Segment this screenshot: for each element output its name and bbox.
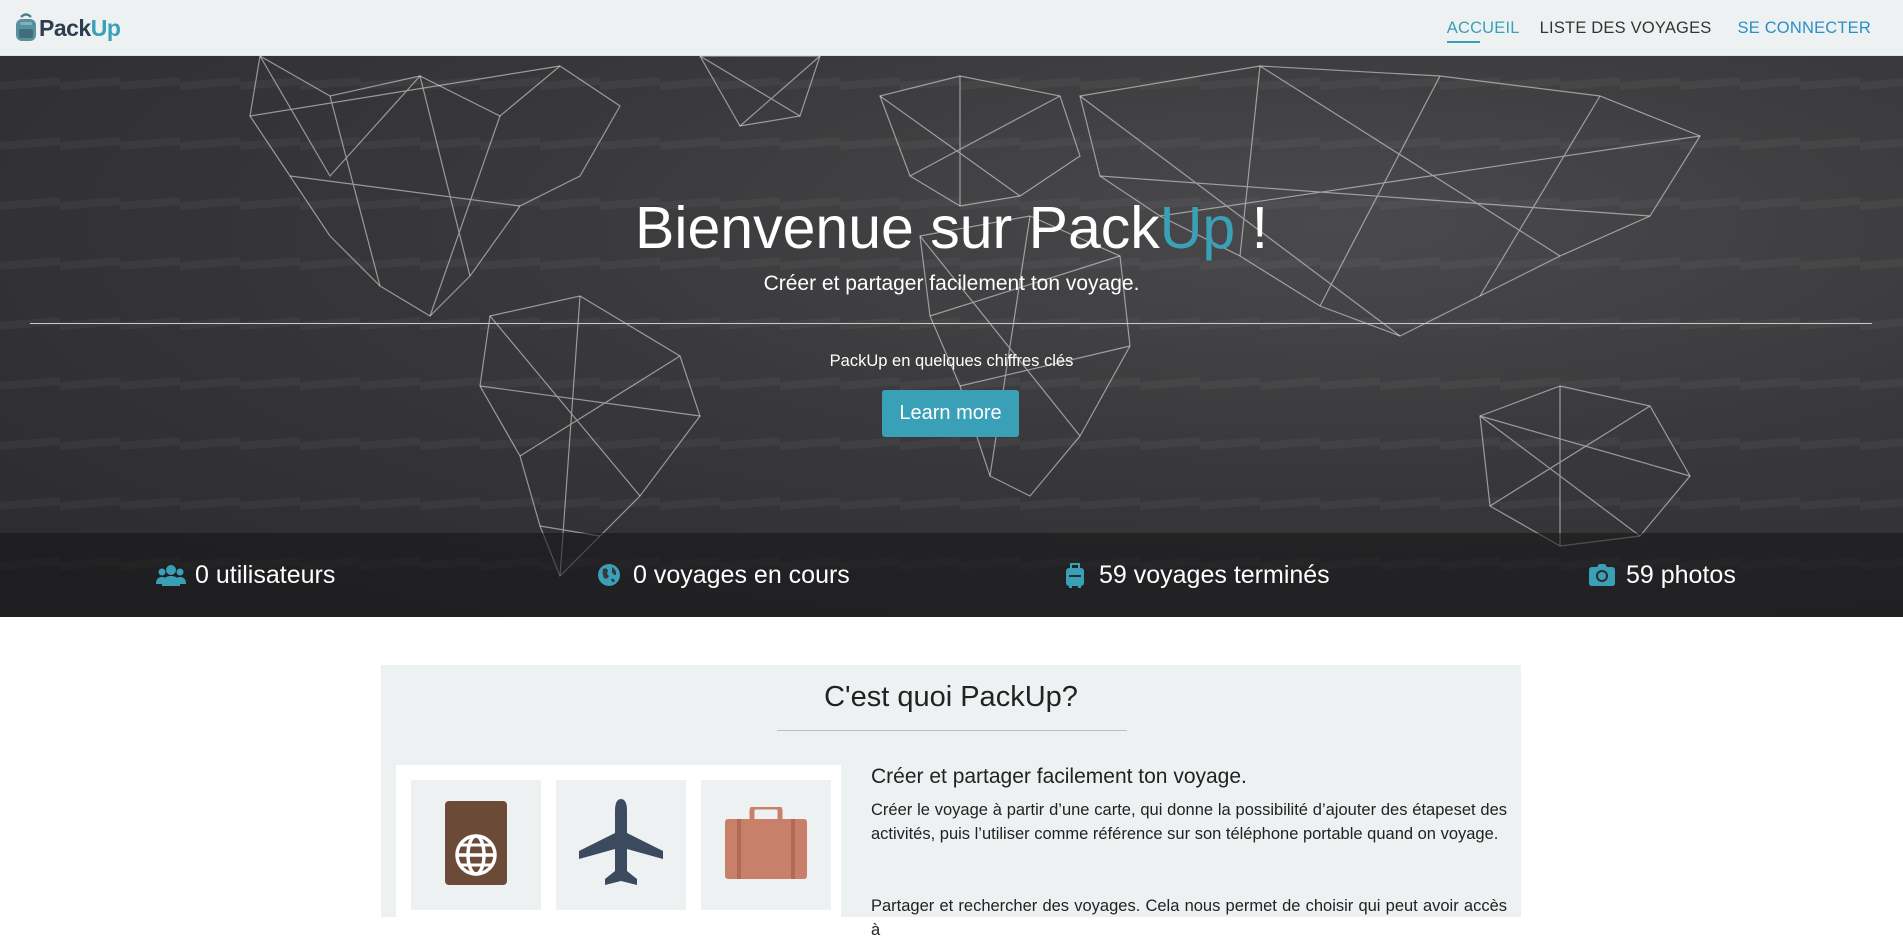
brand-name: PackUp — [39, 14, 121, 41]
suitcase-tile — [701, 780, 831, 910]
stat-photos: 59 photos — [1587, 533, 1736, 617]
about-text: Créer et partager facilement ton voyage.… — [871, 765, 1507, 942]
stats-bar: 0 utilisateurs 0 voyages en cours 59 voy… — [0, 533, 1903, 617]
camera-icon — [1587, 560, 1617, 590]
passport-tile — [411, 780, 541, 910]
hero-title: Bienvenue sur PackUp ! — [635, 195, 1268, 261]
about-title: C'est quoi PackUp? — [824, 681, 1078, 713]
learn-more-button[interactable]: Learn more — [882, 390, 1019, 437]
suitcase-icon — [725, 804, 807, 884]
nav-home-link[interactable]: ACCUEIL — [1446, 19, 1520, 43]
stat-trips-ongoing-label: 0 voyages en cours — [633, 560, 850, 589]
stat-users-label: 0 utilisateurs — [195, 560, 336, 589]
stat-trips-ongoing: 0 voyages en cours — [594, 533, 850, 617]
stat-trips-done: 59 voyages terminés — [1060, 533, 1330, 617]
about-paragraph-share: Partager et rechercher des voyages. Cela… — [871, 897, 1507, 939]
stat-users: 0 utilisateurs — [156, 533, 335, 617]
stat-photos-label: 59 photos — [1626, 560, 1736, 589]
about-icons-panel — [396, 765, 841, 925]
key-figures-label: PackUp en quelques chiffres clés — [829, 352, 1074, 370]
airplane-icon — [579, 798, 663, 892]
hero-banner: Bienvenue sur PackUp ! Créer et partager… — [0, 56, 1903, 617]
nav-login-link[interactable]: SE CONNECTER — [1738, 19, 1872, 38]
hero-divider — [30, 323, 1872, 324]
passport-icon — [445, 800, 507, 890]
stat-trips-done-label: 59 voyages terminés — [1099, 560, 1330, 589]
navbar: PackUp ACCUEIL LISTE DES VOYAGES SE CONN… — [0, 0, 1903, 56]
luggage-icon — [1060, 560, 1090, 590]
nav-links: ACCUEIL LISTE DES VOYAGES SE CONNECTER — [1427, 0, 1871, 56]
about-paragraph-create: Créer le voyage à partir d’une carte, qu… — [871, 801, 1507, 843]
hero-subtitle: Créer et partager facilement ton voyage. — [763, 272, 1140, 295]
about-heading: Créer et partager facilement ton voyage. — [871, 765, 1247, 788]
about-divider — [777, 730, 1127, 731]
users-icon — [156, 560, 186, 590]
about-section: C'est quoi PackUp? Créer et partager fac… — [381, 665, 1521, 939]
nav-trips-link[interactable]: LISTE DES VOYAGES — [1540, 19, 1712, 38]
airplane-tile — [556, 780, 686, 910]
backpack-icon — [14, 13, 38, 43]
globe-icon — [594, 560, 624, 590]
packup-logo[interactable]: PackUp — [14, 12, 121, 44]
